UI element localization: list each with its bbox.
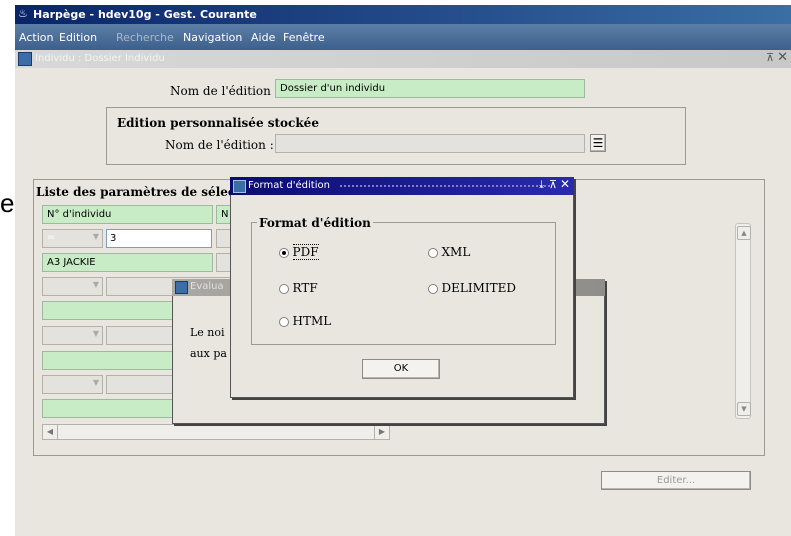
scroll-up-icon[interactable]: ▲ (737, 226, 751, 240)
operator-select[interactable]: = ▼ (42, 229, 103, 248)
menu-action[interactable]: Action (19, 31, 53, 44)
operator-select-2[interactable]: ▼ (42, 277, 103, 296)
radio-rtf-label: RTF (292, 281, 318, 295)
scroll-left-icon[interactable]: ◀ (43, 425, 58, 439)
operator-select-4[interactable]: ▼ (42, 375, 103, 394)
param-value-input[interactable]: 3 (106, 229, 212, 248)
nom-edition-perso-field[interactable] (275, 134, 585, 153)
radio-rtf-button[interactable] (279, 284, 289, 294)
list-icon[interactable]: ☰ (590, 134, 606, 152)
radio-delimited-label: DELIMITED (441, 281, 517, 295)
app-titlebar: ♨ Harpège - hdev10g - Gest. Courante (15, 5, 791, 24)
app-icon (175, 281, 188, 294)
radio-html[interactable]: HTML (279, 314, 331, 328)
radio-pdf[interactable]: PDF (279, 244, 319, 260)
param-name-field[interactable]: N° d'individu (42, 205, 213, 224)
restore-icon[interactable]: ⊼ (549, 178, 557, 191)
operator-value: = (47, 232, 56, 243)
radio-html-button[interactable] (279, 317, 289, 327)
inner-window-title: Individu : Dossier Individu (35, 53, 165, 64)
param-label-field[interactable]: A3 JACKIE (42, 253, 213, 272)
edition-perso-title: Edition personnalisée stockée (117, 116, 319, 130)
menu-fenetre[interactable]: Fenêtre (283, 31, 325, 44)
app-icon (18, 52, 32, 66)
scroll-right-icon[interactable]: ▶ (374, 425, 389, 439)
radio-xml-button[interactable] (428, 248, 438, 258)
radio-pdf-label: PDF (292, 244, 319, 260)
format-group-title: Format d'édition (257, 216, 373, 230)
menu-recherche[interactable]: Recherche (116, 31, 174, 44)
evaluation-text-line2: aux pa (190, 347, 227, 360)
chevron-down-icon: ▼ (92, 329, 99, 338)
radio-xml[interactable]: XML (428, 245, 470, 259)
ok-button[interactable]: OK (362, 359, 440, 379)
chevron-down-icon: ▼ (92, 378, 99, 387)
radio-xml-label: XML (441, 245, 471, 259)
scroll-down-icon[interactable]: ▼ (737, 402, 751, 416)
radio-rtf[interactable]: RTF (279, 281, 318, 295)
chevron-down-icon: ▼ (92, 232, 99, 241)
liste-params-title: Liste des paramètres de sélect (36, 185, 241, 199)
vertical-scrollbar[interactable]: ▲ ▼ (735, 223, 751, 419)
java-icon: ♨ (18, 7, 28, 20)
nom-edition-label: Nom de l'édition : (170, 84, 279, 98)
nom-edition-field[interactable]: Dossier d'un individu (275, 79, 585, 98)
menu-bar: Action Edition Recherche Navigation Aide… (15, 24, 791, 50)
editer-button[interactable]: Editer... (601, 471, 751, 490)
evaluation-text-line1: Le noi (190, 326, 225, 339)
close-icon[interactable]: ✕ (560, 177, 570, 191)
format-dialog-title: Format d'édition (248, 180, 330, 191)
nom-edition-label-2: Nom de l'édition : (165, 138, 274, 152)
horizontal-scrollbar[interactable]: ◀ ▶ (42, 424, 390, 440)
evaluation-dialog-title: Evalua (190, 281, 224, 292)
radio-delimited[interactable]: DELIMITED (428, 281, 516, 295)
dotted-filler (340, 185, 550, 190)
window-title: Harpège - hdev10g - Gest. Courante (33, 8, 257, 21)
chevron-down-icon: ▼ (92, 280, 99, 289)
radio-delimited-button[interactable] (428, 284, 438, 294)
menu-navigation[interactable]: Navigation (183, 31, 242, 44)
restore-icon[interactable]: ⊼ (766, 51, 774, 64)
close-icon[interactable]: ✕ (777, 50, 788, 65)
menu-edition[interactable]: Edition (59, 31, 97, 44)
minimize-icon[interactable]: ⤓ (539, 178, 544, 192)
background-letter: e (0, 188, 15, 218)
radio-pdf-button[interactable] (279, 248, 289, 258)
inner-window-titlebar: Individu : Dossier Individu ⊼ ✕ (15, 50, 791, 68)
format-dialog-titlebar: Format d'édition ⤓ ⊼ ✕ (230, 177, 574, 195)
operator-select-3[interactable]: ▼ (42, 326, 103, 345)
radio-html-label: HTML (292, 314, 332, 328)
menu-aide[interactable]: Aide (251, 31, 275, 44)
app-icon (233, 180, 246, 193)
